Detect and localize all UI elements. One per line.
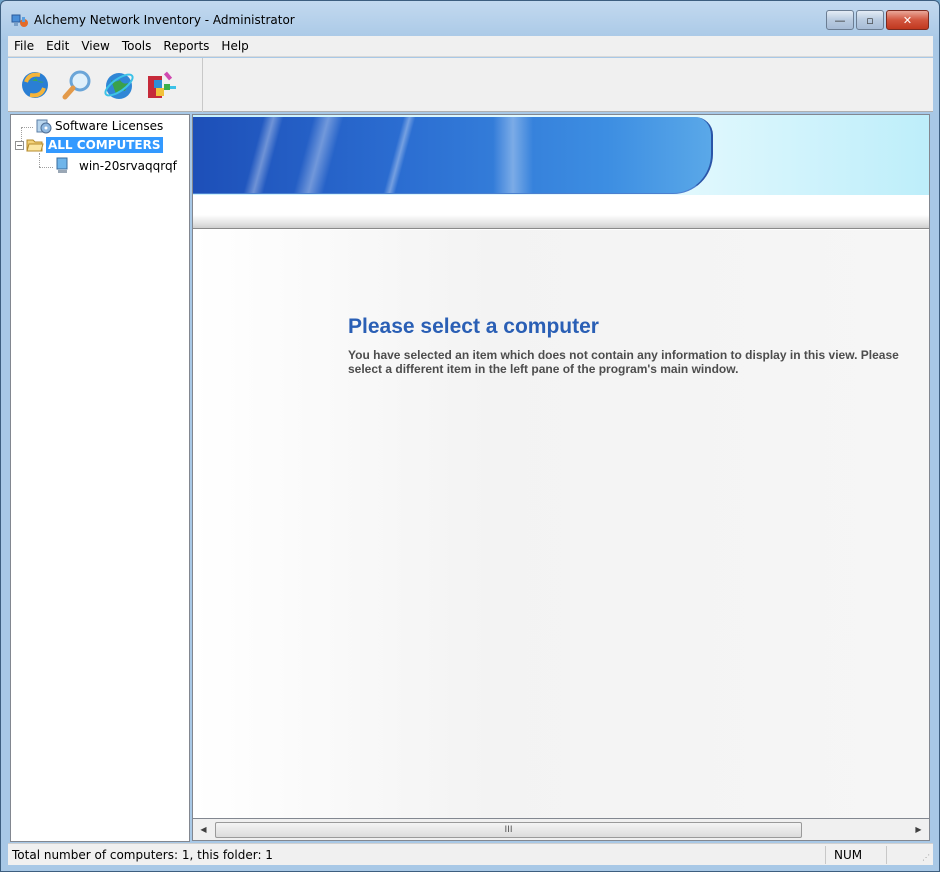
collapse-icon[interactable]: − [15,140,24,150]
refresh-button[interactable] [16,66,54,104]
menu-tools[interactable]: Tools [116,39,158,53]
scroll-thumb[interactable]: III [215,822,802,838]
message-area: Please select a computer You have select… [193,230,929,818]
app-window: Alchemy Network Inventory - Administrato… [0,0,940,872]
menu-edit[interactable]: Edit [40,39,75,53]
tree-item-software-licenses[interactable]: Software Licenses [35,117,165,135]
arrow-left-icon: ◀ [200,825,207,834]
arrow-right-icon: ▶ [915,825,922,834]
app-icon [11,13,29,29]
message-body: You have selected an item which does not… [348,348,899,376]
internet-button[interactable] [100,66,138,104]
refresh-icon [22,72,48,98]
status-bar: Total number of computers: 1, this folde… [8,843,933,865]
window-title: Alchemy Network Inventory - Administrato… [34,13,295,27]
menu-view[interactable]: View [75,39,115,53]
software-licenses-icon [36,119,52,134]
status-text: Total number of computers: 1, this folde… [12,848,273,862]
tree-label: Software Licenses [55,119,164,133]
search-button[interactable] [58,66,96,104]
minimize-button[interactable]: — [826,10,854,30]
internet-globe-icon [104,73,134,99]
close-button[interactable]: ✕ [886,10,929,30]
menu-file[interactable]: File [8,39,40,53]
uninstall-button[interactable] [142,66,180,104]
scroll-right-button[interactable]: ▶ [910,819,927,840]
folder-open-icon [26,139,44,152]
maximize-icon: ▫ [866,13,874,27]
content-pane: Please select a computer You have select… [192,114,930,819]
computer-icon [56,157,68,173]
tree-item-all-computers[interactable]: − ALL COMPUTERS [15,136,164,154]
maximize-button[interactable]: ▫ [856,10,884,30]
menu-bar: File Edit View Tools Reports Help [8,36,933,57]
toolbar [8,58,933,112]
tree-label: win-20srvaqqrqf [79,159,177,173]
scroll-left-button[interactable]: ◀ [195,819,212,840]
num-lock-indicator: NUM [825,846,887,864]
resize-grip-icon[interactable]: ⋰ [922,853,930,862]
message-title: Please select a computer [348,315,599,338]
tree-label: ALL COMPUTERS [45,136,164,154]
tree-item-computer[interactable]: win-20srvaqqrqf [55,157,179,175]
grip-icon: III [504,825,513,835]
uninstall-icon [148,71,176,98]
sub-header-bar [193,195,929,229]
menu-help[interactable]: Help [215,39,254,53]
minimize-icon: — [834,13,846,27]
tree-pane: Software Licenses − ALL COMPUTERS win-20… [10,114,190,842]
search-icon [62,70,91,100]
horizontal-scrollbar[interactable]: ◀ III ▶ [192,819,930,841]
header-banner [193,115,929,195]
menu-reports[interactable]: Reports [157,39,215,53]
close-icon: ✕ [902,13,913,27]
title-bar: Alchemy Network Inventory - Administrato… [1,1,939,35]
